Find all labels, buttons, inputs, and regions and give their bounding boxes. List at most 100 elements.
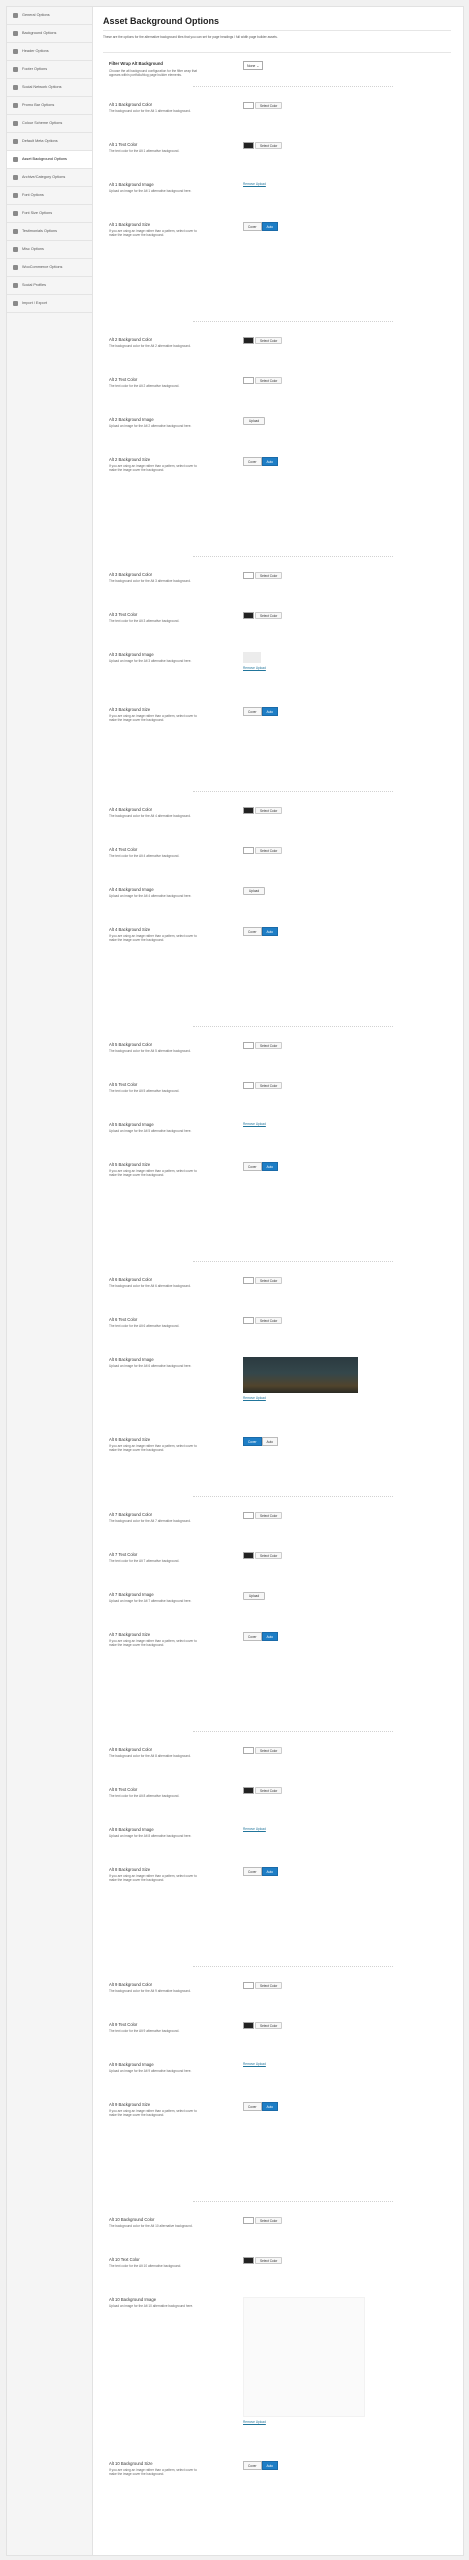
alt-7-bg-color-label: Alt 7 Background Color [109,1512,153,1517]
alt-4-cover-button[interactable]: Cover [243,927,262,936]
alt-9-text-color-select-button[interactable]: Select Color [255,2022,283,2029]
alt-2-text-color-swatch[interactable] [243,377,254,384]
alt-10-bg-color-swatch[interactable] [243,2217,254,2224]
alt-5-text-color-select-button[interactable]: Select Color [255,1082,283,1089]
alt-8-remove-upload-link[interactable]: Remove Upload [243,1827,266,1831]
alt-7-text-color-select-button[interactable]: Select Color [255,1552,283,1559]
filter-wrap-select[interactable]: None ⌄ [243,61,264,70]
alt-9-text-color-swatch[interactable] [243,2022,254,2029]
alt-7-cover-button[interactable]: Cover [243,1632,262,1641]
alt-7-text-color-swatch[interactable] [243,1552,254,1559]
alt-4-bg-color-swatch[interactable] [243,807,254,814]
alt-9-cover-button[interactable]: Cover [243,2102,262,2111]
sidebar-item-misc[interactable]: Misc Options [7,241,92,259]
alt-6-text-color-swatch[interactable] [243,1317,254,1324]
alt-8-bg-size-toggle: Cover Auto [243,1867,279,1876]
alt-1-text-color-label: Alt 1 Text Color [109,142,138,147]
alt-9-bg-color-swatch[interactable] [243,1982,254,1989]
alt-7-upload-button[interactable]: Upload [243,1592,266,1600]
alt-4-bg-color-select-button[interactable]: Select Color [255,807,283,814]
alt-3-text-color-select-button[interactable]: Select Color [255,612,283,619]
alt-2-cover-button[interactable]: Cover [243,457,262,466]
alt-2-upload-button[interactable]: Upload [243,417,266,425]
alt-5-auto-button[interactable]: Auto [261,1162,279,1171]
alt-3-cover-button[interactable]: Cover [243,707,262,716]
sidebar-item-footer[interactable]: Footer Options [7,61,92,79]
header-icon [13,49,18,54]
alt-3-bg-color-swatch[interactable] [243,572,254,579]
alt-8-text-color-select-button[interactable]: Select Color [255,1787,283,1794]
alt-1-bg-color-select-button[interactable]: Select Color [255,102,283,109]
sidebar-item-header[interactable]: Header Options [7,43,92,61]
alt-8-bg-color-swatch[interactable] [243,1747,254,1754]
alt-2-auto-button[interactable]: Auto [261,457,279,466]
alt-2-bg-color-select-button[interactable]: Select Color [255,337,283,344]
alt-1-auto-button[interactable]: Auto [261,222,279,231]
alt-5-remove-upload-link[interactable]: Remove Upload [243,1122,266,1126]
sidebar-item-social-profiles[interactable]: Social Profiles [7,277,92,295]
alt-3-remove-upload-link[interactable]: Remove Upload [243,666,266,670]
alt-4-auto-button[interactable]: Auto [261,927,279,936]
sidebar-item-asset-background[interactable]: Asset Background Options [7,151,92,169]
alt-6-bg-size-desc: If you are using an image rather than a … [109,1444,197,1453]
alt-5-bg-size-toggle: Cover Auto [243,1162,279,1171]
alt-8-text-color-swatch[interactable] [243,1787,254,1794]
sidebar-item-font[interactable]: Font Options [7,187,92,205]
alt-6-auto-button[interactable]: Auto [261,1437,279,1446]
alt-8-bg-color-label: Alt 8 Background Color [109,1747,153,1752]
alt-7-bg-color-select-button[interactable]: Select Color [255,1512,283,1519]
alt-10-remove-upload-link[interactable]: Remove Upload [243,2420,365,2424]
alt-3-text-color-swatch[interactable] [243,612,254,619]
sidebar-item-general[interactable]: General Options [7,7,92,25]
alt-2-text-color-select-button[interactable]: Select Color [255,377,283,384]
alt-3-bg-color-select-button[interactable]: Select Color [255,572,283,579]
alt-4-text-color-swatch[interactable] [243,847,254,854]
alt-1-remove-upload-link[interactable]: Remove Upload [243,182,266,186]
alt-5-bg-color-select-button[interactable]: Select Color [255,1042,283,1049]
alt-3-auto-button[interactable]: Auto [261,707,279,716]
alt-10-cover-button[interactable]: Cover [243,2461,262,2470]
alt-9-bg-color-select-button[interactable]: Select Color [255,1982,283,1989]
alt-9-remove-upload-link[interactable]: Remove Upload [243,2062,266,2066]
alt-2-bg-color-swatch[interactable] [243,337,254,344]
alt-7-text-color-label: Alt 7 Text Color [109,1552,138,1557]
alt-10-auto-button[interactable]: Auto [261,2461,279,2470]
alt-5-bg-color-swatch[interactable] [243,1042,254,1049]
sidebar-item-social-network[interactable]: Social Network Options [7,79,92,97]
alt-9-auto-button[interactable]: Auto [261,2102,279,2111]
sidebar-item-font-size[interactable]: Font Size Options [7,205,92,223]
sidebar-item-colour-scheme[interactable]: Colour Scheme Options [7,115,92,133]
alt-8-cover-button[interactable]: Cover [243,1867,262,1876]
sidebar-item-woocommerce[interactable]: WooCommerce Options [7,259,92,277]
alt-7-bg-color-swatch[interactable] [243,1512,254,1519]
alt-1-text-color-swatch[interactable] [243,142,254,149]
alt-10-bg-color-select-button[interactable]: Select Color [255,2217,283,2224]
alt-1-cover-button[interactable]: Cover [243,222,262,231]
sidebar-item-import-export[interactable]: Import / Export [7,295,92,313]
sidebar-item-background[interactable]: Background Options [7,25,92,43]
alt-4-upload-button[interactable]: Upload [243,887,266,895]
alt-10-bg-image-control: Remove Upload [243,2297,365,2424]
alt-5-text-color-swatch[interactable] [243,1082,254,1089]
alt-6-bg-color-select-button[interactable]: Select Color [255,1277,283,1284]
alt-10-text-color-swatch[interactable] [243,2257,254,2264]
alt-1-text-color-select-button[interactable]: Select Color [255,142,283,149]
alt-5-cover-button[interactable]: Cover [243,1162,262,1171]
alt-8-bg-color-select-button[interactable]: Select Color [255,1747,283,1754]
alt-8-auto-button[interactable]: Auto [261,1867,279,1876]
page-description: These are the options for the alternativ… [103,35,278,39]
alt-3-bg-image-preview [243,652,261,663]
alt-1-bg-image-desc: Upload an image for the Alt 1 alternativ… [109,189,192,193]
sidebar-item-default-meta[interactable]: Default Meta Options [7,133,92,151]
sidebar-item-promo-bar[interactable]: Promo Bar Options [7,97,92,115]
alt-6-remove-upload-link[interactable]: Remove Upload [243,1396,358,1400]
alt-6-cover-button[interactable]: Cover [243,1437,262,1446]
alt-6-bg-color-swatch[interactable] [243,1277,254,1284]
alt-4-text-color-select-button[interactable]: Select Color [255,847,283,854]
sidebar-item-testimonials[interactable]: Testimonials Options [7,223,92,241]
alt-10-text-color-select-button[interactable]: Select Color [255,2257,283,2264]
alt-1-bg-color-swatch[interactable] [243,102,254,109]
alt-6-text-color-select-button[interactable]: Select Color [255,1317,283,1324]
sidebar-item-archive-category[interactable]: Archive/Category Options [7,169,92,187]
alt-7-auto-button[interactable]: Auto [261,1632,279,1641]
